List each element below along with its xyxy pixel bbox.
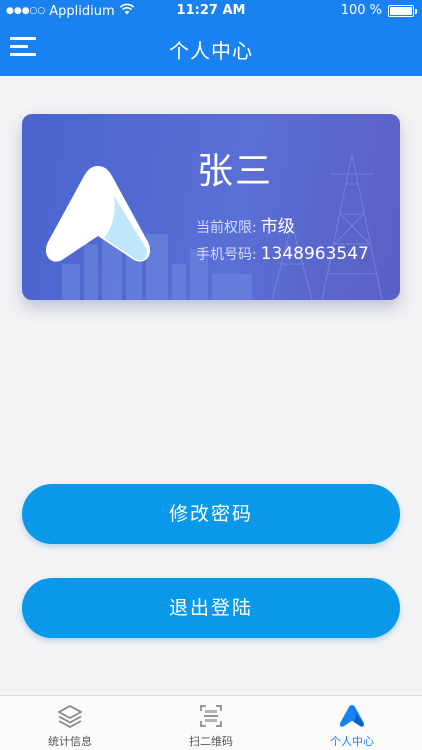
profile-card: 张三 当前权限: 市级 手机号码: 1348963547 [22, 114, 400, 300]
status-right: 100 % [340, 3, 417, 18]
tab-bar: 统计信息 扫二维码 个人中心 [0, 695, 422, 750]
tab-profile-label: 个人中心 [330, 735, 374, 748]
app-logo-icon [339, 705, 365, 727]
phone-row: 手机号码: 1348963547 [196, 244, 369, 264]
permission-row: 当前权限: 市级 [196, 212, 295, 237]
page-title: 个人中心 [169, 39, 253, 63]
layers-icon [58, 705, 82, 728]
top-bar: ●●●○○ Applidium 11:27 AM 100 % 个人中心 [0, 0, 422, 76]
tab-statistics[interactable]: 统计信息 [0, 696, 140, 750]
change-password-button[interactable]: 修改密码 [22, 484, 400, 544]
permission-value: 市级 [260, 217, 295, 237]
battery-percent: 100 % [340, 3, 382, 18]
tab-scan-label: 扫二维码 [189, 735, 233, 748]
tab-statistics-label: 统计信息 [48, 735, 92, 748]
logout-button[interactable]: 退出登陆 [22, 578, 400, 638]
app-logo-icon [45, 166, 151, 262]
permission-label: 当前权限: [196, 220, 257, 236]
scan-icon [200, 705, 222, 727]
nav-bar: 个人中心 [0, 22, 422, 76]
tab-scan[interactable]: 扫二维码 [141, 696, 281, 750]
user-name: 张三 [197, 151, 274, 192]
phone-value: 1348963547 [260, 244, 369, 264]
status-bar: ●●●○○ Applidium 11:27 AM 100 % [0, 0, 422, 22]
tab-profile[interactable]: 个人中心 [282, 696, 422, 750]
phone-label: 手机号码: [196, 247, 257, 263]
battery-icon [388, 4, 417, 17]
